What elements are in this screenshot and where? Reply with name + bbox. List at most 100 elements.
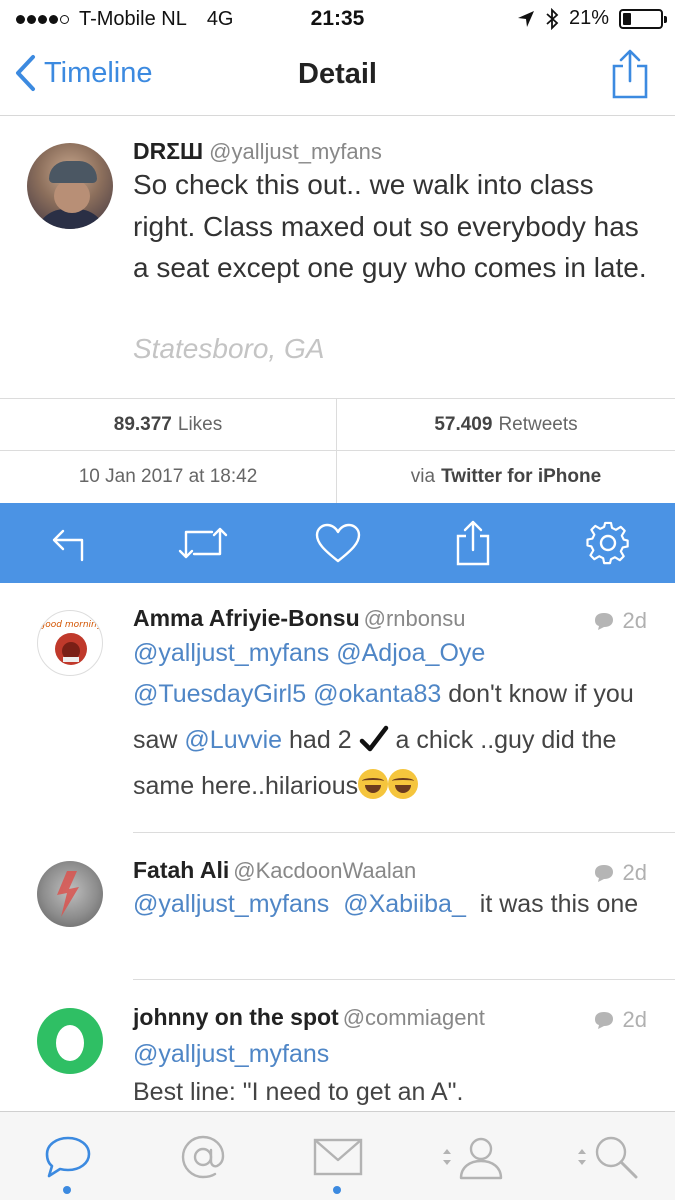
comment-bubble-icon: [594, 865, 613, 882]
reply-header: Fatah Ali @KacdoonWaalan: [133, 857, 416, 884]
reply-meta: 2d: [593, 608, 647, 634]
reply-header: Amma Afriyie-Bonsu @rnbonsu: [133, 605, 465, 632]
tweet-stats: 89.377 Likes 57.409 Retweets 10 Jan 2017 a…: [0, 398, 675, 503]
good-morning-avatar-icon: good morning: [40, 620, 103, 665]
status-right: 21%: [517, 7, 667, 30]
tweet-client: via Twitter for iPhone: [337, 451, 675, 503]
bluetooth-icon: [546, 7, 559, 30]
reply-avatar[interactable]: good morning: [37, 610, 103, 676]
retweets-label: Retweets: [498, 413, 578, 435]
reply-age: 2d: [622, 608, 647, 633]
tab-messages[interactable]: [270, 1112, 405, 1200]
share-icon: [612, 49, 648, 99]
mention-link[interactable]: @yalljust_myfans: [133, 639, 329, 667]
reply-avatar[interactable]: [37, 1008, 103, 1074]
mention-link[interactable]: @TuesdayGirl5: [133, 680, 306, 708]
reply-text: @yalljust_myfans @Adjoa_Oye @TuesdayGirl…: [133, 635, 658, 809]
tweet-author-avatar[interactable]: [27, 143, 113, 229]
mention-link[interactable]: @Luvvie: [184, 726, 282, 754]
reply-avatar[interactable]: [37, 861, 103, 927]
reply-meta: 2d: [593, 1007, 647, 1033]
at-sign-icon: [181, 1135, 224, 1178]
reply-age: 2d: [622, 860, 647, 885]
reply-author-name[interactable]: johnny on the spot: [133, 1004, 339, 1030]
retweets-count[interactable]: 57.409 Retweets: [337, 399, 675, 451]
tweet-text: So check this out.. we walk into class r…: [133, 169, 647, 283]
tweet-timestamp: 10 Jan 2017 at 18:42: [0, 451, 337, 503]
share-icon: [456, 520, 489, 566]
user-icon: [459, 1137, 502, 1179]
tweet-author-name[interactable]: DRΣШ: [133, 138, 203, 164]
location-arrow-icon: [517, 10, 534, 27]
likes-count[interactable]: 89.377 Likes: [0, 399, 337, 451]
likes-label: Likes: [177, 413, 223, 435]
sort-arrows-icon: [577, 1148, 586, 1165]
retweet-button[interactable]: [135, 503, 270, 583]
sort-arrows-icon: [442, 1148, 451, 1165]
tears-of-joy-emoji-icon: [358, 769, 389, 799]
mention-link[interactable]: @yalljust_myfans: [133, 890, 329, 918]
reply-header: johnny on the spot @commiagent: [133, 1004, 485, 1031]
envelope-icon: [313, 1138, 362, 1175]
svg-text:good morning: good morning: [40, 620, 103, 630]
nav-share-button[interactable]: [611, 48, 649, 105]
gear-icon: [585, 521, 629, 565]
lightning-bolt-icon: [57, 871, 79, 917]
tweet-action-bar: [0, 503, 675, 583]
egg-avatar-icon: [56, 1025, 84, 1061]
settings-button[interactable]: [540, 503, 675, 583]
likes-value: 89.377: [113, 413, 172, 435]
mention-link[interactable]: @yalljust_myfans: [133, 1040, 329, 1068]
tab-timeline[interactable]: [0, 1112, 135, 1200]
battery-icon: [619, 8, 667, 29]
heart-icon: [315, 523, 360, 563]
status-bar: T-Mobile NL 4G 21:35 21%: [0, 0, 675, 38]
unread-indicator-dot: [333, 1186, 341, 1194]
nav-bar: Timeline Detail: [0, 38, 675, 116]
tab-mentions[interactable]: [135, 1112, 270, 1200]
reply-age: 2d: [622, 1007, 647, 1032]
reply-item[interactable]: Fatah Ali @KacdoonWaalan 2d @yalljust_myf…: [0, 833, 675, 980]
tab-profile[interactable]: [405, 1112, 540, 1200]
comment-bubble-icon: [594, 613, 613, 630]
tweet-detail: DRΣШ @yalljust_myfans So check this out..…: [0, 116, 675, 398]
reply-author-handle[interactable]: @rnbonsu: [364, 606, 466, 631]
mention-link[interactable]: @okanta83: [313, 680, 441, 708]
reply-author-name[interactable]: Fatah Ali: [133, 857, 229, 883]
tears-of-joy-emoji-icon: [388, 769, 419, 799]
share-tweet-button[interactable]: [405, 503, 540, 583]
comment-bubble-icon: [594, 1012, 613, 1029]
active-indicator-dot: [63, 1186, 71, 1194]
mention-link[interactable]: @Xabiiba_: [343, 890, 466, 918]
reply-meta: 2d: [593, 860, 647, 886]
reply-text-segment: had 2: [289, 726, 352, 754]
reply-author-name[interactable]: Amma Afriyie-Bonsu: [133, 605, 360, 631]
reply-icon: [52, 529, 83, 562]
tweet-header: DRΣШ @yalljust_myfans: [133, 138, 382, 165]
reply-text: @yalljust_myfans @Xabiiba_ it was this o…: [133, 888, 653, 921]
reply-item[interactable]: johnny on the spot @commiagent 2d @yallju…: [0, 980, 675, 1111]
reply-button[interactable]: [0, 503, 135, 583]
like-button[interactable]: [270, 503, 405, 583]
page-title: Detail: [298, 58, 377, 90]
reply-author-handle[interactable]: @commiagent: [343, 1005, 485, 1030]
speech-bubble-icon: [45, 1136, 90, 1177]
battery-percent: 21%: [568, 7, 609, 29]
reply-text-segment: it was this one: [479, 890, 639, 918]
search-icon: [595, 1136, 637, 1178]
reply-item[interactable]: good morning Amma Afriyie-Bonsu @rnbonsu …: [0, 583, 675, 833]
reply-text-segment: Best line: "I need to get an A".: [133, 1078, 464, 1106]
battery-fill: [623, 12, 631, 25]
reply-author-handle[interactable]: @KacdoonWaalan: [233, 858, 416, 883]
tweet-author-handle[interactable]: @yalljust_myfans: [209, 139, 382, 164]
mention-link[interactable]: @Adjoa_Oye: [336, 639, 485, 667]
tweet-location[interactable]: Statesboro, GA: [133, 333, 324, 365]
retweet-icon: [178, 527, 227, 559]
client-name: Twitter for iPhone: [441, 466, 602, 487]
tab-bar: [0, 1111, 675, 1200]
checkmark-icon: [359, 725, 388, 752]
via-label: via: [410, 466, 436, 487]
retweets-value: 57.409: [434, 413, 493, 435]
reply-text: @yalljust_myfans Best line: "I need to g…: [133, 1035, 658, 1111]
tab-search[interactable]: [540, 1112, 675, 1200]
